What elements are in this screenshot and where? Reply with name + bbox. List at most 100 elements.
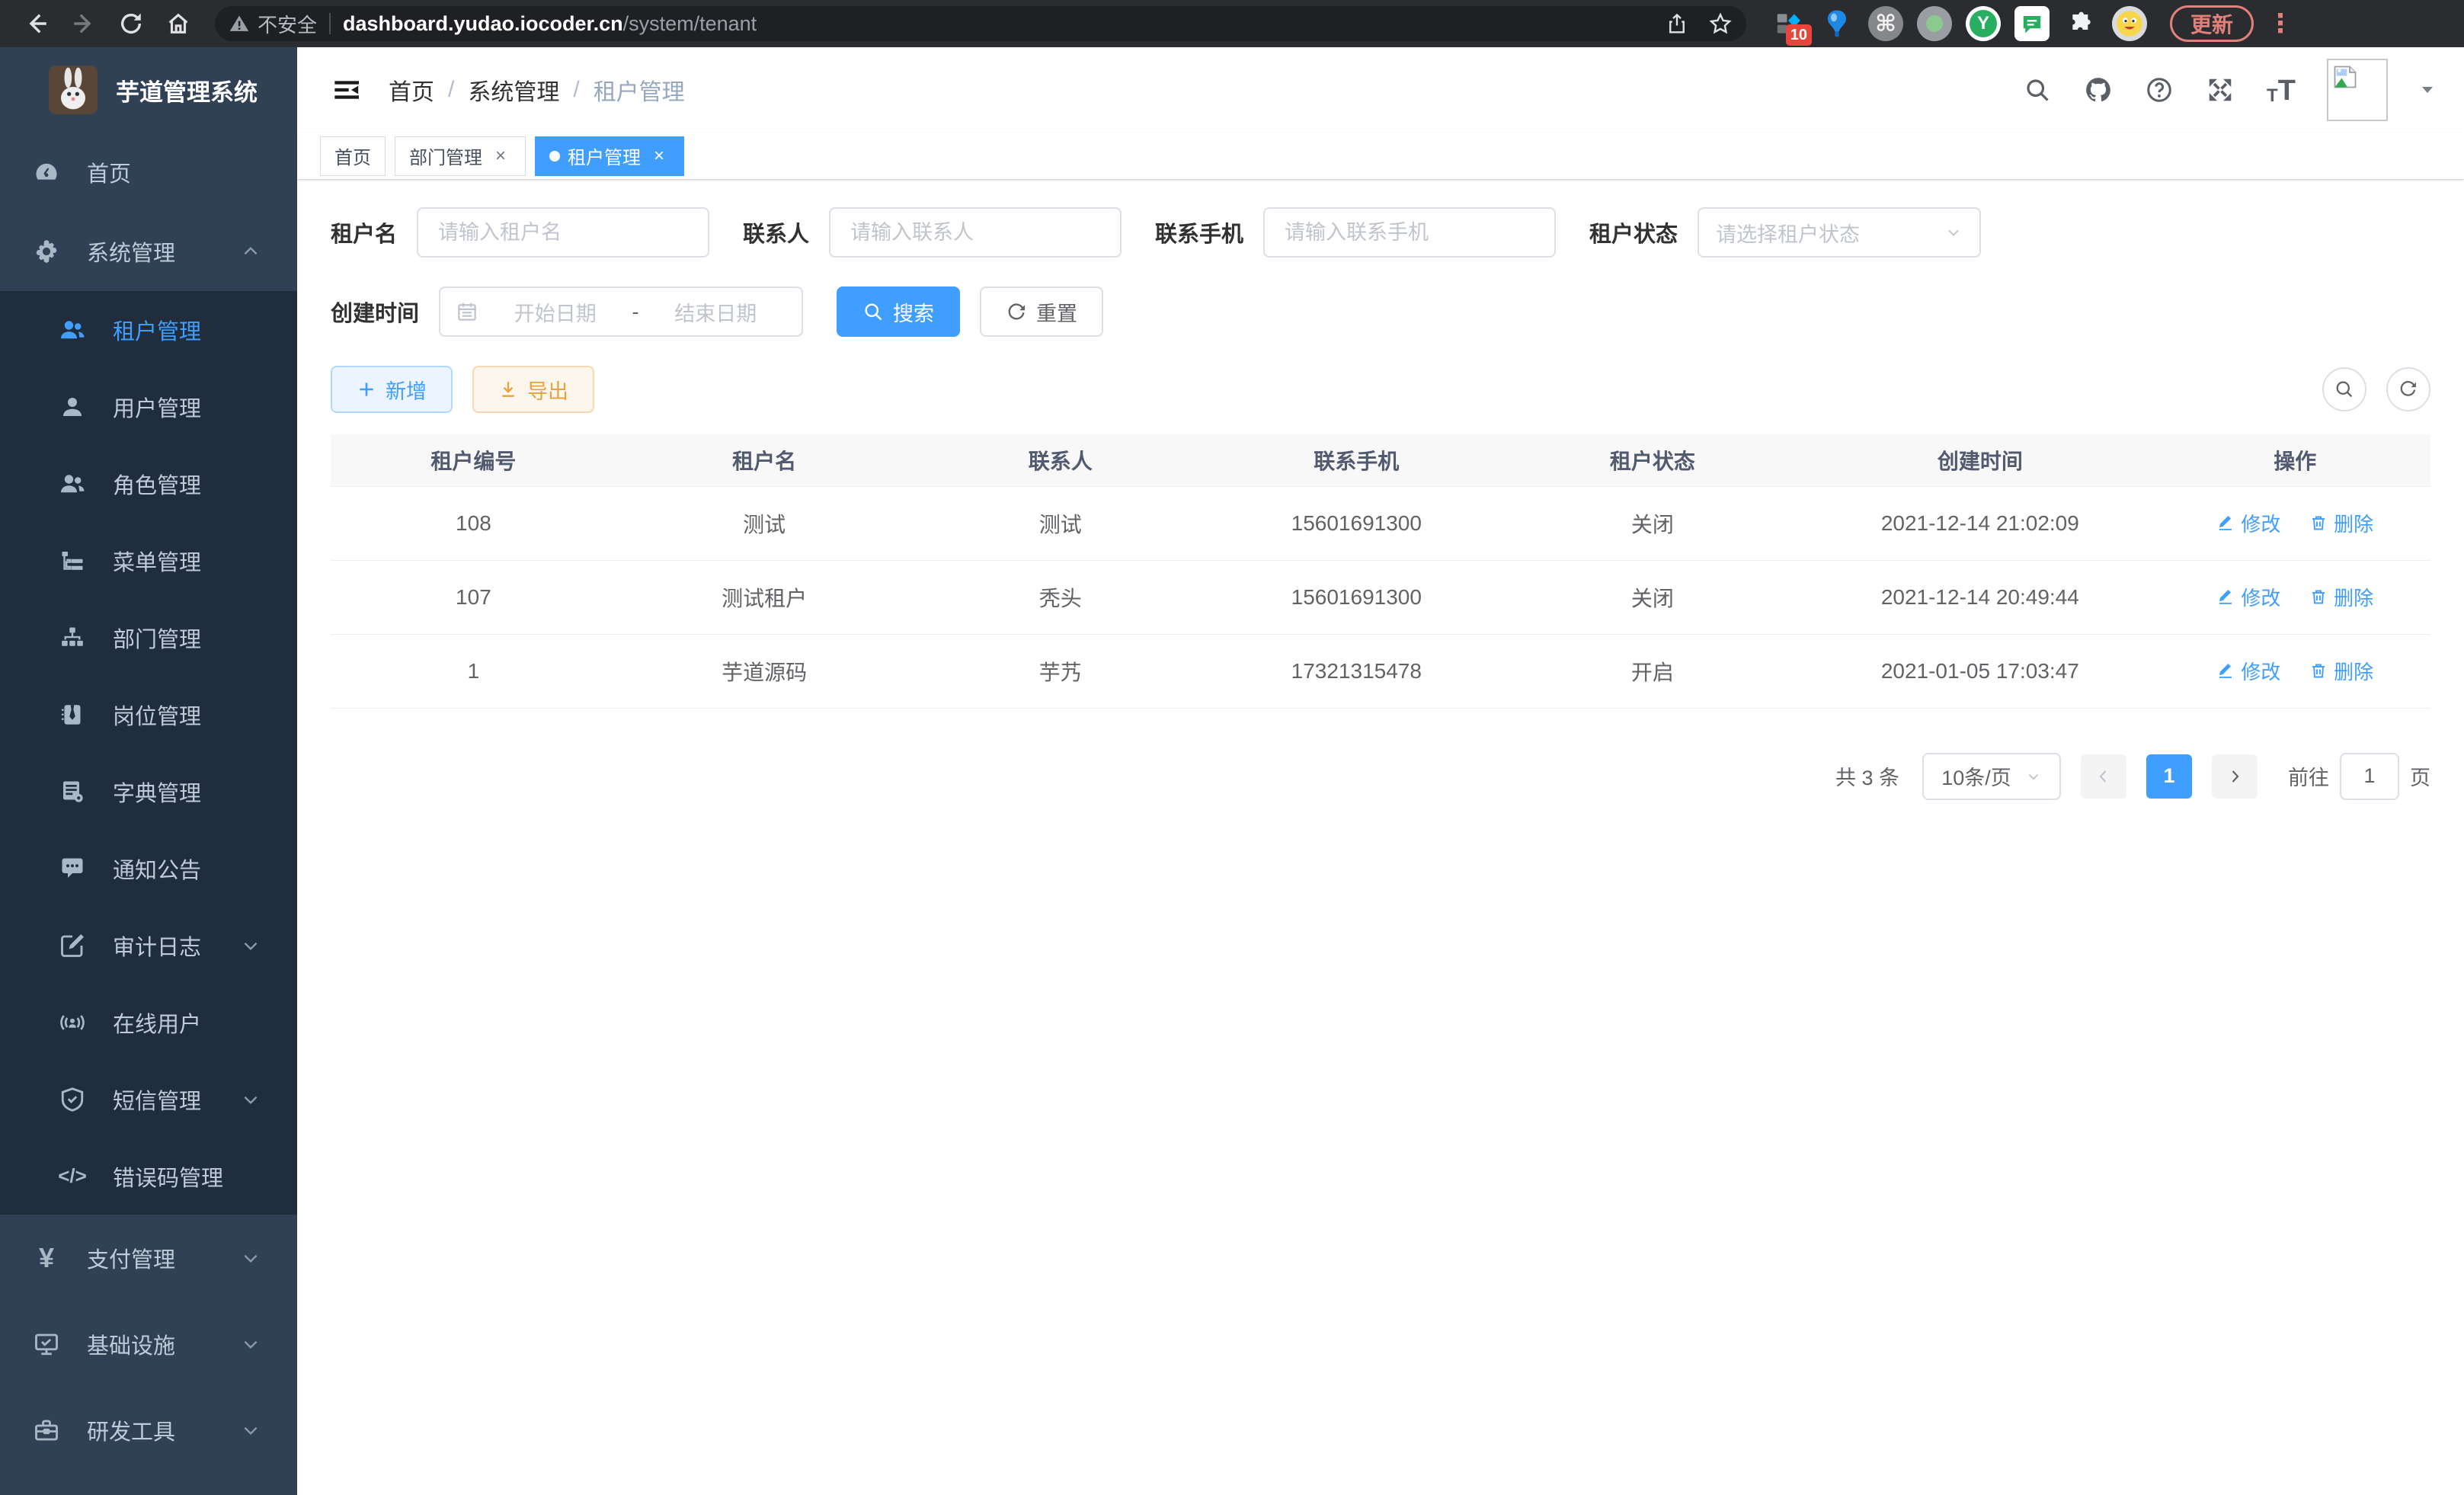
users-icon — [58, 315, 87, 344]
edit-link[interactable]: 修改 — [2216, 657, 2280, 685]
navbar-actions: TT — [2022, 59, 2437, 121]
profile-avatar[interactable] — [2112, 6, 2147, 41]
search-button[interactable]: 搜索 — [837, 287, 960, 337]
edit-icon — [2216, 514, 2235, 532]
extension-pin-icon[interactable] — [1819, 6, 1854, 41]
sidebar-item-online-users[interactable]: 在线用户 — [0, 984, 297, 1061]
sidebar-item-error-code[interactable]: </> 错误码管理 — [0, 1138, 297, 1215]
fullscreen-icon[interactable] — [2205, 75, 2235, 105]
breadcrumb-system[interactable]: 系统管理 — [468, 73, 559, 107]
status-text: 关闭 — [1505, 486, 1801, 560]
sidebar-fold-icon[interactable] — [331, 73, 364, 107]
mobile-input[interactable] — [1263, 207, 1556, 258]
sidebar-item-user[interactable]: 用户管理 — [0, 368, 297, 445]
sidebar-logo[interactable]: 芋道管理系统 — [0, 47, 297, 133]
sidebar-item-system[interactable]: 系统管理 — [0, 212, 297, 291]
sidebar-item-post[interactable]: 岗位管理 — [0, 676, 297, 753]
share-icon[interactable] — [1666, 12, 1688, 35]
sidebar-item-dict[interactable]: 字典管理 — [0, 753, 297, 830]
date-range-picker[interactable]: 开始日期 - 结束日期 — [439, 287, 803, 337]
tab-home[interactable]: 首页 — [320, 136, 386, 176]
user-avatar[interactable] — [2327, 59, 2388, 121]
reset-button[interactable]: 重置 — [980, 287, 1103, 337]
col-tenant-name: 租户名 — [616, 434, 913, 486]
delete-link[interactable]: 删除 — [2309, 509, 2373, 537]
top-navbar: 首页 / 系统管理 / 租户管理 — [297, 47, 2464, 133]
download-icon — [498, 379, 518, 399]
add-button[interactable]: 新增 — [331, 366, 453, 413]
extension-grid-icon[interactable]: 10 — [1771, 6, 1806, 41]
sidebar-item-audit-log[interactable]: 审计日志 — [0, 907, 297, 984]
sidebar-item-payment[interactable]: ¥ 支付管理 — [0, 1215, 297, 1301]
breadcrumb-home[interactable]: 首页 — [389, 73, 434, 107]
sidebar-item-dev-tools[interactable]: 研发工具 — [0, 1387, 297, 1473]
address-bar[interactable]: 不安全 dashboard.yudao.iocoder.cn/system/te… — [215, 6, 1746, 41]
extensions-row: 10 ⌘ Y — [1771, 6, 2147, 41]
edit-link[interactable]: 修改 — [2216, 583, 2280, 611]
prev-page-button[interactable] — [2081, 754, 2126, 799]
status-text: 开启 — [1505, 634, 1801, 708]
browser-update-button[interactable]: 更新 — [2170, 5, 2254, 42]
close-icon[interactable]: × — [648, 146, 670, 167]
browser-home-button[interactable] — [158, 4, 198, 43]
page-size-select[interactable]: 10条/页 — [1922, 753, 2061, 800]
forward-arrow-icon — [71, 11, 97, 37]
system-submenu: 租户管理 用户管理 角色管理 — [0, 291, 297, 1215]
tenant-name-input[interactable] — [417, 207, 709, 258]
close-icon[interactable]: × — [490, 146, 511, 167]
avatar-caret-icon[interactable] — [2418, 81, 2437, 99]
sidebar-item-dept[interactable]: 部门管理 — [0, 599, 297, 676]
security-chip[interactable]: 不安全 — [229, 10, 317, 38]
message-icon — [58, 854, 87, 883]
refresh-table-button[interactable] — [2386, 367, 2430, 411]
badge-icon — [58, 700, 87, 729]
pagination: 共 3 条 10条/页 1 前往 — [331, 753, 2430, 800]
extension-y-icon[interactable]: Y — [1966, 6, 2001, 41]
refresh-icon — [1006, 301, 1027, 322]
sidebar-item-infrastructure[interactable]: 基础设施 — [0, 1301, 297, 1387]
edit-link[interactable]: 修改 — [2216, 509, 2280, 537]
browser-menu-icon[interactable]: ⋮ — [2267, 8, 2295, 39]
tab-tenant[interactable]: 租户管理 × — [535, 136, 684, 176]
browser-back-button[interactable] — [17, 4, 56, 43]
toolbox-icon — [32, 1416, 61, 1445]
extension-dot-icon[interactable] — [1917, 6, 1952, 41]
start-date[interactable]: 开始日期 — [485, 297, 626, 327]
bookmark-star-icon[interactable] — [1708, 11, 1733, 36]
extension-command-icon[interactable]: ⌘ — [1868, 6, 1903, 41]
delete-link[interactable]: 删除 — [2309, 583, 2373, 611]
toggle-search-button[interactable] — [2322, 367, 2366, 411]
status-select[interactable]: 请选择租户状态 — [1698, 207, 1981, 258]
extension-badge: 10 — [1786, 24, 1812, 46]
create-time-label: 创建时间 — [331, 296, 419, 328]
header-search-icon[interactable] — [2022, 75, 2053, 105]
page-number-1[interactable]: 1 — [2146, 754, 2192, 799]
url-text: dashboard.yudao.iocoder.cn/system/tenant — [343, 12, 1666, 36]
sidebar-item-home[interactable]: 首页 — [0, 133, 297, 212]
sidebar-item-notice[interactable]: 通知公告 — [0, 830, 297, 907]
sidebar-item-tenant[interactable]: 租户管理 — [0, 291, 297, 368]
browser-forward-button[interactable] — [64, 4, 104, 43]
goto-page-input[interactable] — [2340, 753, 2399, 800]
next-page-button[interactable] — [2212, 754, 2258, 799]
col-contact: 联系人 — [912, 434, 1208, 486]
filter-row-1: 租户名 联系人 联系手机 租户状态 请选择租户状态 — [331, 207, 2430, 258]
sidebar-item-menu[interactable]: 菜单管理 — [0, 522, 297, 599]
delete-link[interactable]: 删除 — [2309, 657, 2373, 685]
extension-chat-icon[interactable] — [2014, 6, 2050, 41]
sidebar-item-sms[interactable]: 短信管理 — [0, 1061, 297, 1138]
font-size-icon[interactable]: TT — [2266, 75, 2296, 105]
extensions-puzzle-icon[interactable] — [2063, 6, 2098, 41]
app-title: 芋道管理系统 — [116, 73, 258, 107]
help-icon[interactable] — [2144, 75, 2174, 105]
export-button[interactable]: 导出 — [472, 366, 594, 413]
refresh-icon — [2398, 379, 2419, 400]
tab-dept[interactable]: 部门管理 × — [395, 136, 526, 176]
user-icon — [58, 392, 87, 421]
github-icon[interactable] — [2083, 75, 2114, 105]
table-header-row: 租户编号 租户名 联系人 联系手机 租户状态 创建时间 操作 — [331, 434, 2430, 486]
end-date[interactable]: 结束日期 — [645, 297, 787, 327]
contact-input[interactable] — [829, 207, 1122, 258]
browser-reload-button[interactable] — [111, 4, 151, 43]
sidebar-item-role[interactable]: 角色管理 — [0, 445, 297, 522]
